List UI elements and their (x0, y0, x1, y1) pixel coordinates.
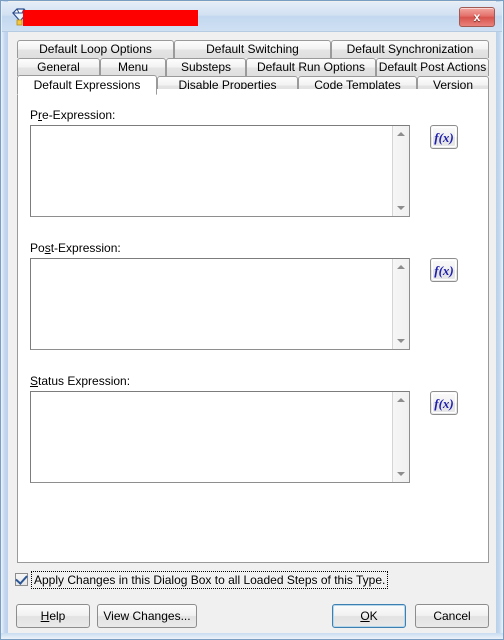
tab-general[interactable]: General (17, 58, 100, 76)
scroll-down-icon[interactable] (393, 466, 409, 482)
fx-icon: f(x) (432, 260, 456, 280)
redacted-window-title (23, 10, 198, 26)
scroll-up-icon[interactable] (393, 126, 409, 142)
status-expression-label: Status Expression: (30, 374, 131, 388)
window-frame-bottom (1, 633, 503, 639)
apply-changes-label[interactable]: Apply Changes in this Dialog Box to all … (31, 571, 389, 589)
window-frame-left (1, 1, 8, 639)
status-expression-input[interactable] (31, 392, 392, 482)
pre-expression-textbox[interactable] (30, 125, 410, 217)
ok-button[interactable]: OK (332, 604, 406, 628)
scroll-up-icon[interactable] (393, 392, 409, 408)
view-changes-button[interactable]: View Changes... (97, 604, 197, 628)
dialog-window: x Default Loop Options Default Switching… (0, 0, 504, 640)
post-expression-input[interactable] (31, 259, 392, 349)
tab-default-loop-options[interactable]: Default Loop Options (17, 40, 174, 58)
apply-changes-checkbox[interactable] (15, 572, 28, 586)
tab-menu[interactable]: Menu (100, 58, 166, 76)
fx-icon: f(x) (432, 127, 456, 147)
pre-expression-label: Pre-Expression: (30, 108, 116, 122)
window-frame-right (496, 1, 503, 639)
fx-icon: f(x) (432, 393, 456, 413)
close-icon: x (473, 10, 481, 24)
tab-row-2: General Menu Substeps Default Run Option… (17, 58, 489, 76)
scroll-down-icon[interactable] (393, 333, 409, 349)
pre-expression-input[interactable] (31, 126, 392, 216)
tab-default-switching[interactable]: Default Switching (174, 40, 331, 58)
scroll-down-icon[interactable] (393, 200, 409, 216)
help-button[interactable]: Help (16, 604, 90, 628)
tab-row-1: Default Loop Options Default Switching D… (17, 40, 489, 58)
scroll-up-icon[interactable] (393, 259, 409, 275)
tab-default-expressions[interactable]: Default Expressions (17, 75, 157, 95)
status-expression-fx-button[interactable]: f(x) (430, 391, 458, 415)
post-expression-scrollbar[interactable] (392, 259, 409, 349)
close-button[interactable]: x (459, 7, 495, 27)
pre-expression-fx-button[interactable]: f(x) (430, 125, 458, 149)
cancel-button[interactable]: Cancel (415, 604, 489, 628)
title-bar[interactable]: x (2, 2, 502, 32)
pre-expression-scrollbar[interactable] (392, 126, 409, 216)
tab-default-run-options[interactable]: Default Run Options (246, 58, 376, 76)
tab-default-synchronization[interactable]: Default Synchronization (331, 40, 489, 58)
tab-substeps[interactable]: Substeps (166, 58, 246, 76)
tab-default-post-actions[interactable]: Default Post Actions (376, 58, 489, 76)
post-expression-label: Post-Expression: (30, 241, 121, 255)
post-expression-fx-button[interactable]: f(x) (430, 258, 458, 282)
tab-content-panel: Pre-Expression: f(x) Post-Expression: f(… (17, 89, 489, 563)
status-expression-scrollbar[interactable] (392, 392, 409, 482)
status-expression-textbox[interactable] (30, 391, 410, 483)
check-icon (15, 572, 28, 585)
post-expression-textbox[interactable] (30, 258, 410, 350)
